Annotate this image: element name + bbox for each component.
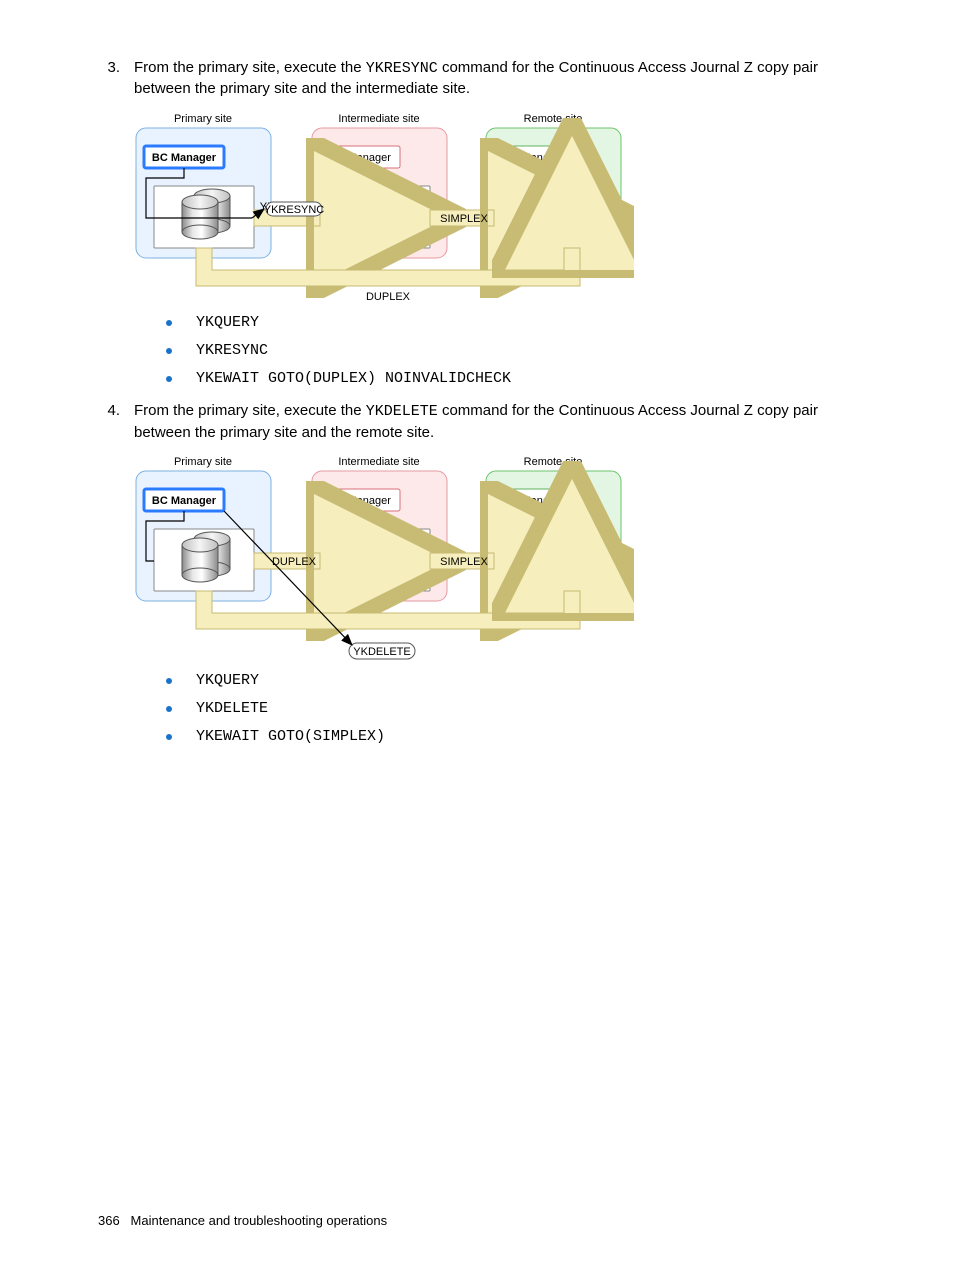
step-3-text: From the primary site, execute the YKRES… bbox=[134, 58, 856, 100]
footer-title: Maintenance and troubleshooting operatio… bbox=[131, 1213, 388, 1228]
bullet-dot-icon bbox=[166, 706, 172, 712]
bullet-text: YKQUERY bbox=[196, 671, 259, 691]
step-4: 4. From the primary site, execute the YK… bbox=[98, 401, 856, 443]
bullet-dot-icon bbox=[166, 734, 172, 740]
bcm-remote-2: BC Manager bbox=[503, 495, 565, 507]
step-3: 3. From the primary site, execute the YK… bbox=[98, 58, 856, 100]
bcm-intermediate: BC Manager bbox=[329, 152, 391, 164]
bullet-text: YKQUERY bbox=[196, 313, 259, 333]
ykresync-oval: YKRESYNC bbox=[264, 204, 325, 216]
bcm-primary-2: BC Manager bbox=[152, 495, 217, 507]
bcm-remote: BC Manager bbox=[503, 152, 565, 164]
step-4-text: From the primary site, execute the YKDEL… bbox=[134, 401, 856, 443]
bullet-dot-icon bbox=[166, 678, 172, 684]
bullet-text: YKDELETE bbox=[196, 699, 268, 719]
bullet-row: YKEWAIT GOTO(DUPLEX) NOINVALIDCHECK bbox=[166, 369, 856, 389]
diagram-2: Primary site Intermediate site Remote si… bbox=[134, 453, 856, 663]
step-3-text-a: From the primary site, execute the bbox=[134, 59, 366, 76]
bullet-text: YKEWAIT GOTO(SIMPLEX) bbox=[196, 727, 385, 747]
bullet-dot-icon bbox=[166, 320, 172, 326]
bullet-row: YKEWAIT GOTO(SIMPLEX) bbox=[166, 727, 856, 747]
page-footer: 366 Maintenance and troubleshooting oper… bbox=[98, 1212, 387, 1230]
label-primary: Primary site bbox=[174, 113, 232, 125]
step-4-number: 4. bbox=[98, 401, 120, 443]
bullet-row: YKQUERY bbox=[166, 313, 856, 333]
bullet-dot-icon bbox=[166, 348, 172, 354]
duplex-label-1: DUPLEX bbox=[366, 291, 411, 303]
label-remote-2: Remote site bbox=[524, 456, 583, 468]
bcm-intermediate-2: BC Manager bbox=[329, 495, 391, 507]
diagram-1: Primary site Intermediate site Remote si… bbox=[134, 110, 856, 305]
step-4-cmd: YKDELETE bbox=[366, 403, 438, 420]
ykdelete-oval: YKDELETE bbox=[353, 646, 410, 658]
bcm-primary: BC Manager bbox=[152, 152, 217, 164]
label-intermediate-2: Intermediate site bbox=[338, 456, 419, 468]
step-4-text-a: From the primary site, execute the bbox=[134, 402, 366, 419]
bullet-row: YKDELETE bbox=[166, 699, 856, 719]
bullet-dot-icon bbox=[166, 376, 172, 382]
bullet-row: YKRESYNC bbox=[166, 341, 856, 361]
page-number: 366 bbox=[98, 1213, 120, 1228]
bullets-step3: YKQUERY YKRESYNC YKEWAIT GOTO(DUPLEX) NO… bbox=[166, 313, 856, 390]
bullet-text: YKRESYNC bbox=[196, 341, 268, 361]
duplex-label-2: DUPLEX bbox=[272, 556, 317, 568]
label-remote: Remote site bbox=[524, 113, 583, 125]
step-3-cmd: YKRESYNC bbox=[366, 60, 438, 77]
bullet-text: YKEWAIT GOTO(DUPLEX) NOINVALIDCHECK bbox=[196, 369, 511, 389]
label-intermediate: Intermediate site bbox=[338, 113, 419, 125]
bullet-row: YKQUERY bbox=[166, 671, 856, 691]
label-primary-2: Primary site bbox=[174, 456, 232, 468]
step-3-number: 3. bbox=[98, 58, 120, 100]
simplex-label-2: SIMPLEX bbox=[440, 556, 488, 568]
bullets-step4: YKQUERY YKDELETE YKEWAIT GOTO(SIMPLEX) bbox=[166, 671, 856, 748]
simplex-label-1: SIMPLEX bbox=[440, 213, 488, 225]
